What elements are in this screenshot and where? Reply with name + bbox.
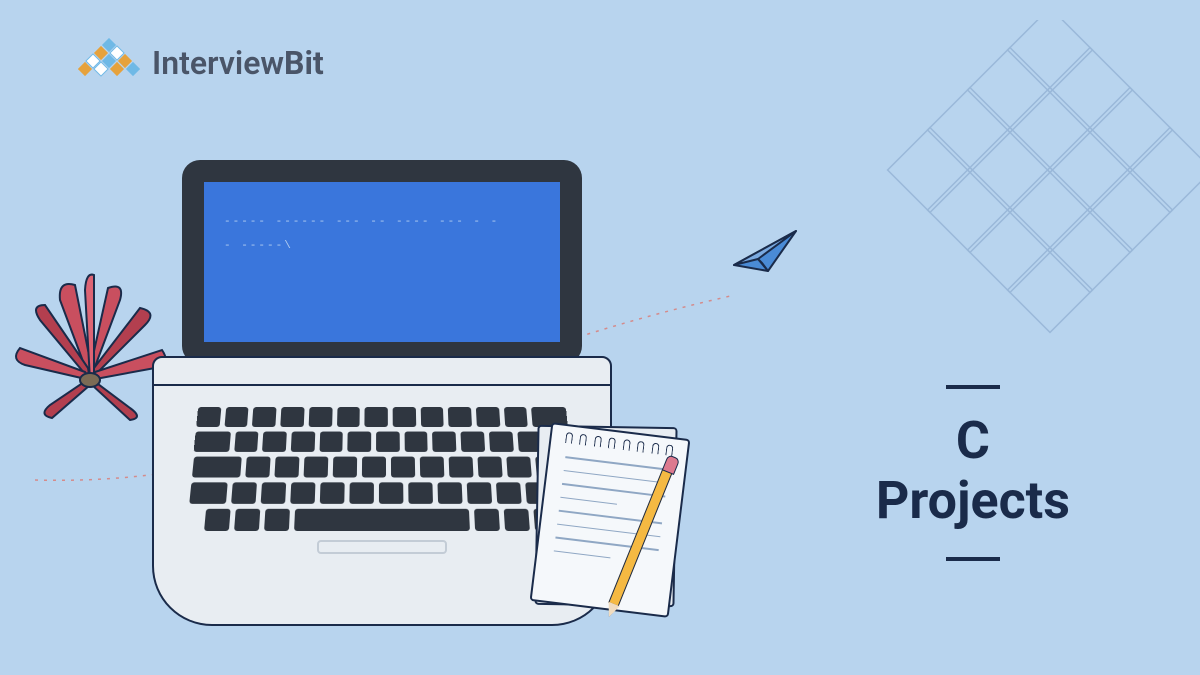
title-divider-bottom: [946, 557, 1000, 561]
brand-logo: InterviewBit: [78, 38, 324, 88]
laptop-trackpad: [317, 540, 447, 554]
laptop-keyboard: [185, 407, 578, 531]
brand-name: InterviewBit: [152, 44, 324, 82]
code-line-1: ----- ------ --- -- ---- --- - -: [224, 210, 540, 234]
code-line-2: - -----\: [224, 234, 540, 258]
title-divider-top: [946, 385, 1000, 389]
diamond-pattern: [880, 20, 1200, 384]
paper-plane-icon: [730, 225, 802, 281]
page-title: C Projects: [876, 385, 1070, 561]
diamond-grid-logo-icon: [78, 38, 140, 88]
laptop-screen: ----- ------ --- -- ---- --- - - - -----…: [204, 182, 560, 342]
notepad-icon: [540, 430, 680, 610]
title-line-1: C: [876, 411, 1070, 471]
title-line-2: Projects: [876, 471, 1070, 531]
